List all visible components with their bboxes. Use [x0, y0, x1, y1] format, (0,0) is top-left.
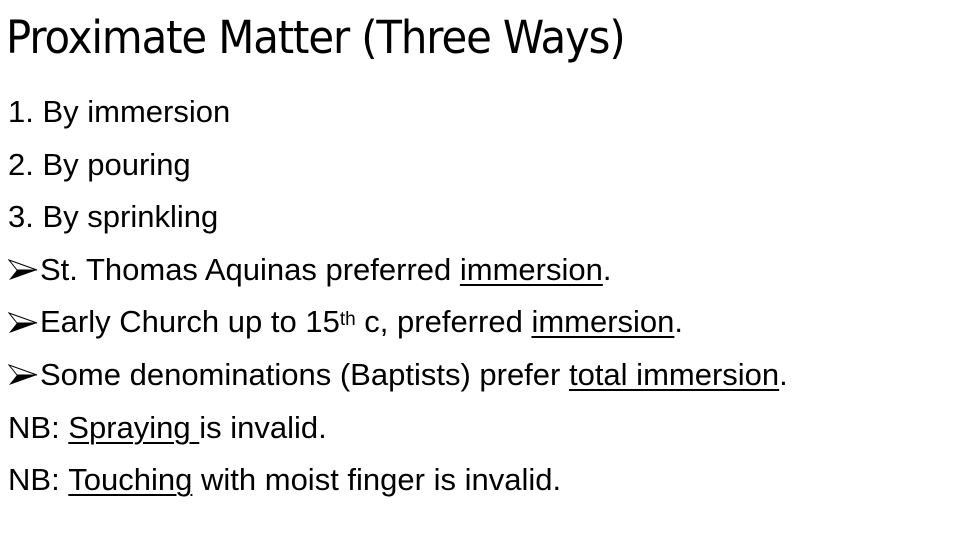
- bullet-text-mid: c, preferred: [355, 304, 532, 340]
- note-prefix: NB:: [8, 409, 69, 445]
- bullet-text: Some denominations (Baptists) prefer: [40, 356, 569, 392]
- bullet-item: Early Church up to 15th c, preferred imm…: [8, 296, 788, 349]
- numbered-item: 3. By sprinkling: [8, 199, 219, 235]
- underlined-term: immersion: [459, 251, 603, 287]
- note-text: is invalid.: [199, 409, 327, 445]
- slide-title: Proximate Matter (Three Ways): [6, 11, 626, 64]
- bullet-text-end: .: [602, 251, 612, 287]
- bullet-text: St. Thomas Aquinas preferred: [40, 251, 460, 287]
- underlined-term: immersion: [531, 304, 675, 340]
- bullet-item: St. Thomas Aquinas preferred immersion.: [8, 244, 788, 297]
- note-item: NB: Spraying is invalid.: [8, 402, 788, 455]
- note-prefix: NB:: [8, 462, 69, 498]
- arrow-bullet-icon: [8, 364, 38, 386]
- numbered-item: 2. By pouring: [8, 146, 191, 182]
- bullet-text: Early Church up to 15: [40, 304, 340, 340]
- bullet-text-end: .: [779, 356, 788, 392]
- bullet-text-end: .: [674, 304, 684, 340]
- slide-body: 1. By immersion 2. By pouring 3. By spri…: [8, 86, 788, 507]
- arrow-bullet-icon: [8, 259, 38, 281]
- note-item: NB: Touching with moist finger is invali…: [8, 454, 788, 507]
- bullet-item: Some denominations (Baptists) prefer tot…: [8, 349, 788, 402]
- arrow-bullet-icon: [8, 311, 38, 333]
- note-text: with moist finger is invalid.: [192, 462, 562, 498]
- underlined-term: Spraying: [68, 409, 200, 445]
- slide: Proximate Matter (Three Ways) 1. By imme…: [0, 0, 960, 540]
- underlined-term: Touching: [68, 462, 193, 498]
- underlined-term: total immersion: [568, 356, 780, 392]
- numbered-item: 1. By immersion: [8, 94, 231, 129]
